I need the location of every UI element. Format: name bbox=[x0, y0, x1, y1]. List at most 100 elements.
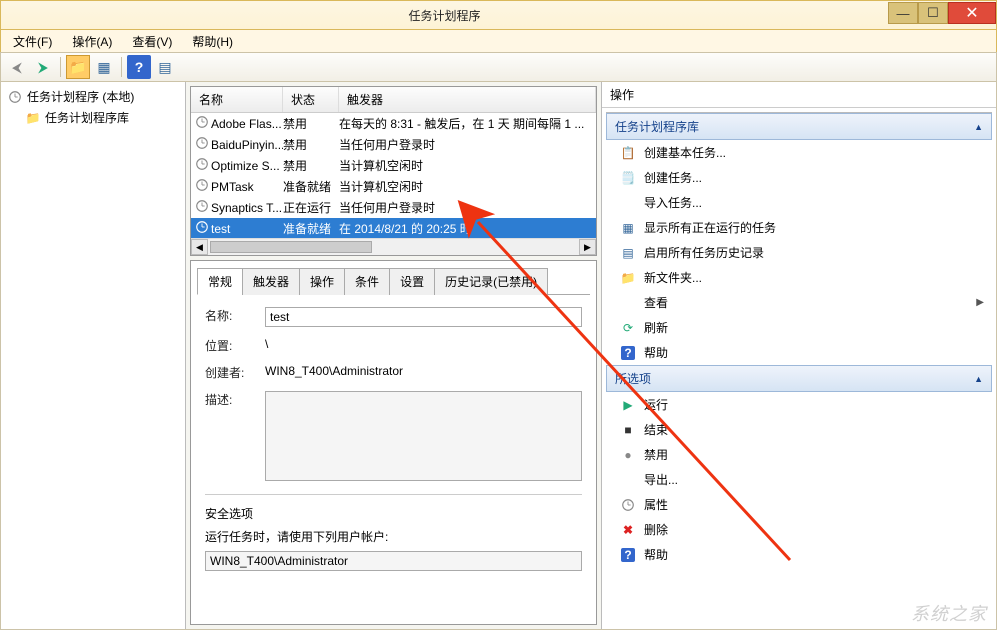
action-item[interactable]: ■结束 bbox=[606, 417, 992, 442]
task-list: 名称 状态 触发器 Adobe Flas...禁用在每天的 8:31 - 触发后… bbox=[190, 86, 597, 256]
action-label: 删除 bbox=[644, 521, 668, 538]
watermark: 系统之家 bbox=[911, 600, 987, 626]
action-item[interactable]: 属性 bbox=[606, 492, 992, 517]
clock-icon bbox=[195, 136, 209, 153]
menu-file[interactable]: 文件(F) bbox=[7, 31, 58, 52]
window-controls: — ☐ ✕ bbox=[888, 6, 996, 24]
tree-lib[interactable]: 📁 任务计划程序库 bbox=[3, 107, 183, 128]
task2-icon: 🗒️ bbox=[620, 170, 636, 186]
section-library-label: 任务计划程序库 bbox=[615, 118, 699, 135]
desc-field[interactable] bbox=[265, 391, 582, 481]
action-item[interactable]: ▶运行 bbox=[606, 392, 992, 417]
window-title: 任务计划程序 bbox=[1, 7, 888, 24]
action-item[interactable]: 📋创建基本任务... bbox=[606, 140, 992, 165]
titlebar: 任务计划程序 — ☐ ✕ bbox=[0, 0, 997, 30]
action-label: 刷新 bbox=[644, 319, 668, 336]
table-row[interactable]: test准备就绪在 2014/8/21 的 20:25 时 bbox=[191, 218, 596, 238]
delete-icon: ✖ bbox=[620, 522, 636, 538]
clock-icon bbox=[195, 115, 209, 132]
tab-actions[interactable]: 操作 bbox=[299, 268, 345, 295]
action-item[interactable]: 📁新文件夹... bbox=[606, 265, 992, 290]
scroll-left-icon[interactable]: ◀ bbox=[191, 239, 208, 255]
history-icon: ▤ bbox=[620, 245, 636, 261]
toolbar-separator bbox=[121, 57, 122, 77]
table-row[interactable]: Synaptics T...正在运行当任何用户登录时 bbox=[191, 197, 596, 218]
tab-conditions[interactable]: 条件 bbox=[344, 268, 390, 295]
col-status[interactable]: 状态 bbox=[283, 87, 339, 112]
properties-icon[interactable]: ▦ bbox=[92, 55, 116, 79]
blank-icon bbox=[620, 472, 636, 488]
clock-icon bbox=[7, 89, 23, 105]
menu-view[interactable]: 查看(V) bbox=[126, 31, 178, 52]
section-selected[interactable]: 所选项 ▲ bbox=[606, 365, 992, 392]
task-name: PMTask bbox=[211, 180, 254, 194]
action-item[interactable]: ●禁用 bbox=[606, 442, 992, 467]
action-label: 新文件夹... bbox=[644, 269, 702, 286]
menu-action[interactable]: 操作(A) bbox=[66, 31, 118, 52]
help-icon[interactable]: ? bbox=[127, 55, 151, 79]
close-button[interactable]: ✕ bbox=[948, 2, 996, 24]
section-selected-label: 所选项 bbox=[615, 370, 651, 387]
action-item[interactable]: ?帮助 bbox=[606, 542, 992, 567]
forward-button[interactable]: ⮞ bbox=[31, 55, 55, 79]
name-field[interactable] bbox=[265, 307, 582, 327]
clock-icon bbox=[195, 199, 209, 216]
table-row[interactable]: PMTask准备就绪当计算机空闲时 bbox=[191, 176, 596, 197]
col-trigger[interactable]: 触发器 bbox=[339, 87, 596, 112]
task-trigger: 在每天的 8:31 - 触发后，在 1 天 期间每隔 1 ... bbox=[339, 115, 596, 132]
action-item[interactable]: ✖ 删除 bbox=[606, 517, 992, 542]
props-icon bbox=[620, 497, 636, 513]
col-name[interactable]: 名称 bbox=[191, 87, 283, 112]
chevron-right-icon: ▶ bbox=[976, 297, 984, 308]
tab-general[interactable]: 常规 bbox=[197, 268, 243, 295]
location-value: \ bbox=[265, 337, 582, 351]
minimize-button[interactable]: — bbox=[888, 2, 918, 24]
tab-settings[interactable]: 设置 bbox=[389, 268, 435, 295]
tab-triggers[interactable]: 触发器 bbox=[242, 268, 300, 295]
action-item[interactable]: ⟳刷新 bbox=[606, 315, 992, 340]
task-status: 禁用 bbox=[283, 115, 339, 132]
security-title: 安全选项 bbox=[205, 505, 582, 522]
up-folder-icon[interactable]: 📁 bbox=[66, 55, 90, 79]
table-row[interactable]: Adobe Flas...禁用在每天的 8:31 - 触发后，在 1 天 期间每… bbox=[191, 113, 596, 134]
detail-tabs: 常规 触发器 操作 条件 设置 历史记录(已禁用) bbox=[197, 267, 590, 295]
action-label: 运行 bbox=[644, 396, 668, 413]
tree-root-label: 任务计划程序 (本地) bbox=[27, 88, 134, 105]
tree-pane: 任务计划程序 (本地) 📁 任务计划程序库 bbox=[1, 82, 186, 629]
action-item[interactable]: 🗒️创建任务... bbox=[606, 165, 992, 190]
task-trigger: 当任何用户登录时 bbox=[339, 199, 596, 216]
task-status: 准备就绪 bbox=[283, 220, 339, 237]
location-label: 位置: bbox=[205, 337, 255, 354]
help-icon: ? bbox=[620, 345, 636, 361]
task-status: 正在运行 bbox=[283, 199, 339, 216]
view-icon[interactable]: ▤ bbox=[153, 55, 177, 79]
section1-items: 📋创建基本任务...🗒️创建任务...导入任务...▦显示所有正在运行的任务▤启… bbox=[606, 140, 992, 365]
horizontal-scrollbar[interactable]: ◀ ▶ bbox=[191, 238, 596, 255]
menu-help[interactable]: 帮助(H) bbox=[186, 31, 239, 52]
action-item[interactable]: 导出... bbox=[606, 467, 992, 492]
action-item[interactable]: ▤启用所有任务历史记录 bbox=[606, 240, 992, 265]
maximize-button[interactable]: ☐ bbox=[918, 2, 948, 24]
toolbar: ⮜ ⮞ 📁 ▦ ? ▤ bbox=[0, 52, 997, 82]
section2-items: ▶运行■结束●禁用导出...属性 ✖ 删除 ?帮助 bbox=[606, 392, 992, 567]
action-item[interactable]: 查看▶ bbox=[606, 290, 992, 315]
action-item[interactable]: 导入任务... bbox=[606, 190, 992, 215]
task-name: BaiduPinyin... bbox=[211, 138, 283, 152]
task-status: 禁用 bbox=[283, 136, 339, 153]
table-row[interactable]: BaiduPinyin...禁用当任何用户登录时 bbox=[191, 134, 596, 155]
blank-icon bbox=[620, 295, 636, 311]
action-label: 禁用 bbox=[644, 446, 668, 463]
scroll-right-icon[interactable]: ▶ bbox=[579, 239, 596, 255]
back-button[interactable]: ⮜ bbox=[5, 55, 29, 79]
tree-root[interactable]: 任务计划程序 (本地) bbox=[3, 86, 183, 107]
section-library[interactable]: 任务计划程序库 ▲ bbox=[606, 113, 992, 140]
action-item[interactable]: ▦显示所有正在运行的任务 bbox=[606, 215, 992, 240]
tab-history[interactable]: 历史记录(已禁用) bbox=[434, 268, 548, 295]
action-item[interactable]: ?帮助 bbox=[606, 340, 992, 365]
task-name: Optimize S... bbox=[211, 159, 280, 173]
toolbar-separator bbox=[60, 57, 61, 77]
task-trigger: 当计算机空闲时 bbox=[339, 157, 596, 174]
table-row[interactable]: Optimize S...禁用当计算机空闲时 bbox=[191, 155, 596, 176]
security-account-field[interactable] bbox=[205, 551, 582, 571]
scroll-thumb[interactable] bbox=[210, 241, 372, 253]
